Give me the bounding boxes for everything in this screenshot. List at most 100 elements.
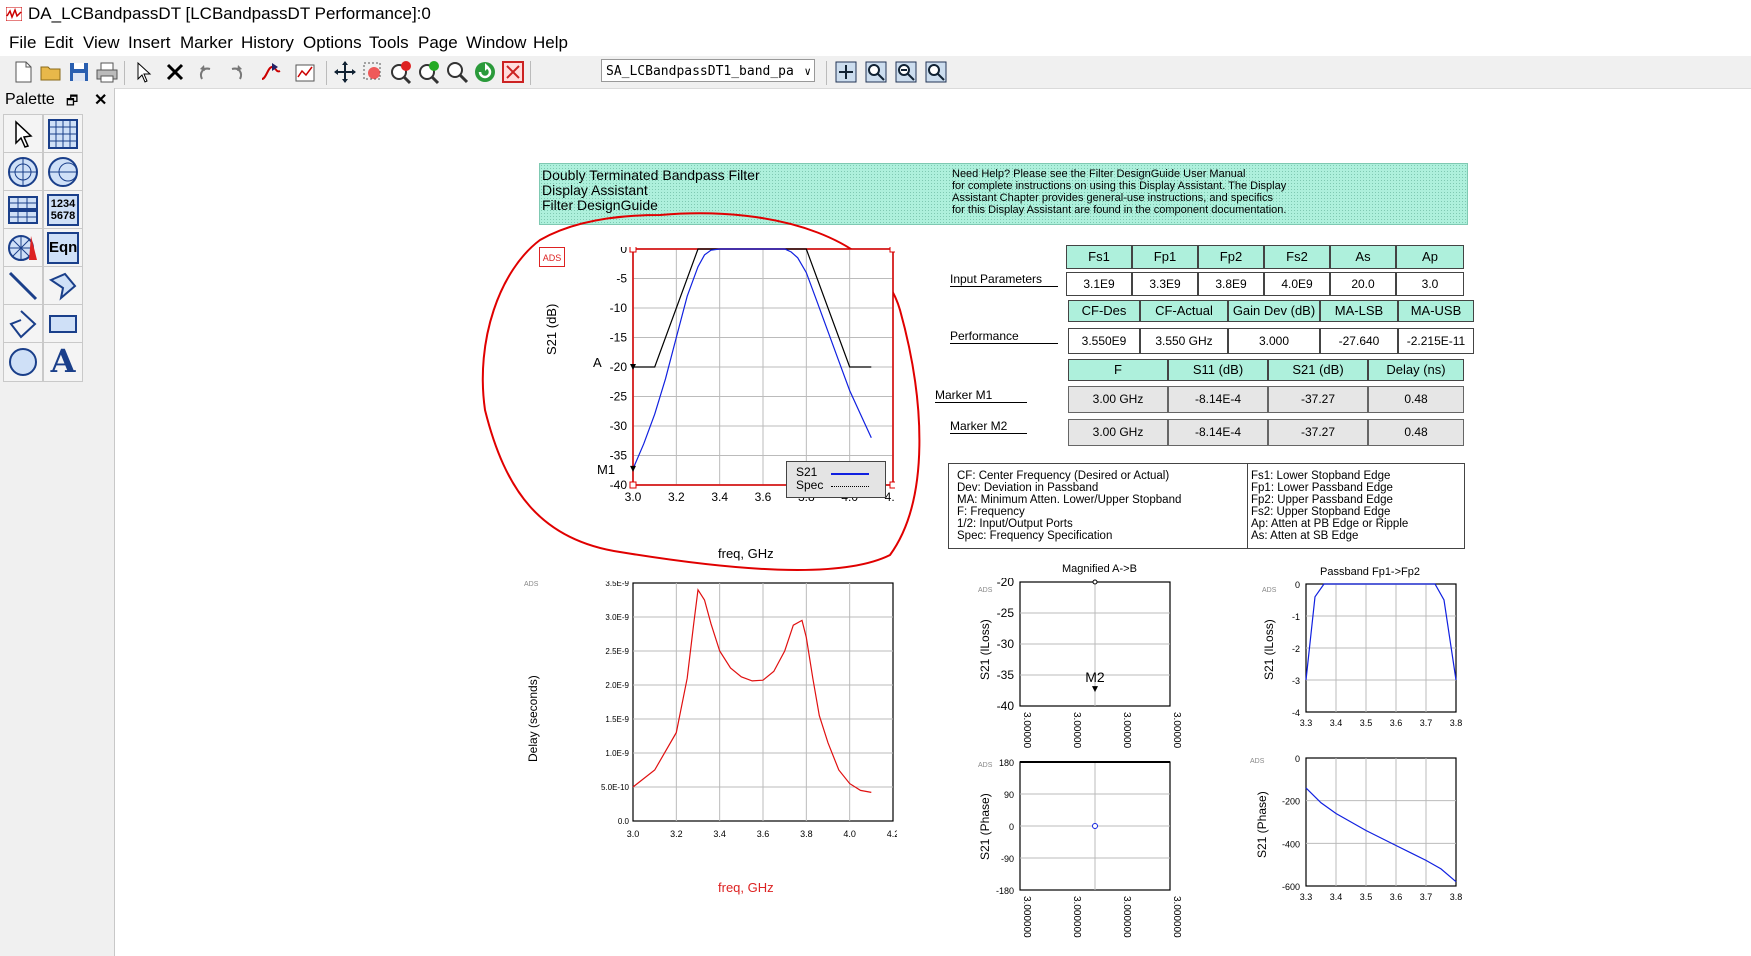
phase-mag-ytick-label: -90: [1001, 854, 1014, 864]
s21-ytick-label: -20: [610, 360, 628, 374]
input-value-cell-2: 3.8E9: [1198, 272, 1264, 296]
menu-marker[interactable]: Marker: [180, 33, 233, 53]
refresh-icon[interactable]: [472, 59, 498, 85]
palette-smith-tool[interactable]: [43, 152, 83, 192]
zoom-icon[interactable]: [444, 59, 470, 85]
phase-pass-xtick-label: 3.6: [1390, 892, 1403, 902]
app-icon: [6, 7, 22, 21]
rectangular-plot-icon: [48, 119, 78, 149]
delete-icon[interactable]: [162, 59, 188, 85]
toolbar-separator: [124, 61, 125, 85]
marker-m1-label: Marker M1: [935, 388, 1027, 403]
m2-value-cell-1: -8.14E-4: [1168, 419, 1268, 446]
zoom-area-icon[interactable]: [360, 59, 386, 85]
select-pointer-icon[interactable]: [130, 59, 156, 85]
passband-chart[interactable]: 0 -1 -2 -3 -43.3 3.4 3.5 3.6 3.7 3.8: [1280, 578, 1480, 738]
delay-ytick-label: 1.5E-9: [605, 715, 629, 724]
menu-options[interactable]: Options: [303, 33, 362, 53]
close-icon[interactable]: ✕: [94, 90, 107, 110]
marker-header-cell-2: S21 (dB): [1268, 359, 1368, 381]
zoom-in-2-icon[interactable]: [388, 59, 414, 85]
passband-xtick-label: 3.4: [1330, 718, 1343, 728]
perf-value-cell-1: 3.550 GHz: [1140, 328, 1228, 354]
redo-icon[interactable]: [222, 59, 248, 85]
rectangle-icon: [49, 315, 77, 333]
menu-view[interactable]: View: [83, 33, 120, 53]
restore-icon[interactable]: 🗗: [66, 92, 78, 114]
palette-polyline-tool[interactable]: [3, 304, 43, 344]
palette-pointer-tool[interactable]: [3, 114, 43, 154]
delay-xtick-label: 3.0: [627, 829, 640, 839]
save-icon[interactable]: [66, 59, 92, 85]
phase-pass-xtick-label: 3.3: [1300, 892, 1313, 902]
input-header-cell-3: Fs2: [1264, 245, 1330, 269]
palette-polar-tool[interactable]: [3, 152, 43, 192]
zoom-out-2-icon[interactable]: [416, 59, 442, 85]
palette-antenna-tool[interactable]: [3, 228, 43, 268]
passband-xtick-label: 3.7: [1420, 718, 1433, 728]
menu-file[interactable]: File: [9, 33, 36, 53]
palette-polygon-tool[interactable]: [43, 266, 83, 306]
s21-ylabel: S21 (dB): [544, 303, 559, 355]
menu-tools[interactable]: Tools: [369, 33, 409, 53]
delay-chart[interactable]: 0.0 5.0E-10 1.0E-9 1.5E-9 2.0E-9 2.5E-9 3.0E-9…: [597, 581, 897, 849]
input-header-cell-0: Fs1: [1066, 245, 1132, 269]
palette-line-tool[interactable]: [3, 266, 43, 306]
plot-options-icon[interactable]: [292, 59, 318, 85]
passband-title: Passband Fp1->Fp2: [1320, 566, 1420, 578]
undo-icon[interactable]: [194, 59, 220, 85]
menu-insert[interactable]: Insert: [128, 33, 171, 53]
s21-xlabel: freq, GHz: [718, 546, 774, 561]
perf-header-cell-0: CF-Des: [1068, 300, 1140, 322]
smith-chart-icon: [48, 157, 78, 187]
palette-stack-tool[interactable]: [3, 190, 43, 230]
move-icon[interactable]: [332, 59, 358, 85]
m1-value-cell-1: -8.14E-4: [1168, 386, 1268, 413]
pointer-icon: [15, 120, 33, 148]
palette-rectangle-tool[interactable]: [43, 304, 83, 344]
perf-value-cell-3: -27.640: [1320, 328, 1398, 354]
input-value-cell-3: 4.0E9: [1264, 272, 1330, 296]
palette-circle-tool[interactable]: [3, 342, 43, 382]
new-file-icon[interactable]: [10, 59, 36, 85]
passband-xtick-label: 3.5: [1360, 718, 1373, 728]
delay-ytick-label: 3.0E-9: [605, 613, 629, 622]
palette-text-tool[interactable]: A: [43, 342, 83, 382]
zoom-out-icon[interactable]: [893, 59, 919, 85]
page-select[interactable]: SA_LCBandpassDT1_band_pa ∨: [601, 59, 815, 82]
menu-history[interactable]: History: [241, 33, 294, 53]
menu-help[interactable]: Help: [533, 33, 568, 53]
polyline-icon: [9, 310, 37, 339]
s21-xtick-label: 3.0: [625, 490, 642, 504]
polar-plot-icon: [8, 157, 38, 187]
marker-header-cell-0: F: [1068, 359, 1168, 381]
phase-mag-ytick-label: 0: [1009, 822, 1014, 832]
zoom-fit-icon[interactable]: [923, 59, 949, 85]
stop-icon[interactable]: [500, 59, 526, 85]
delay-ytick-label: 2.0E-9: [605, 681, 629, 690]
passband-xtick-label: 3.8: [1450, 718, 1463, 728]
phase-magnified-chart[interactable]: 180 90 0 -90 -180 3.000000 3.000000 3.000000 3.0…: [990, 752, 1190, 952]
magnified-ylabel: S21 (lLoss): [978, 619, 992, 680]
antenna-plot-icon: [8, 235, 37, 261]
open-folder-icon[interactable]: [38, 59, 64, 85]
menu-edit[interactable]: Edit: [44, 33, 73, 53]
print-icon[interactable]: [94, 59, 120, 85]
magnified-chart[interactable]: -20 -25 -30 -35 -40 3.000000 3.000000 3.000000 3…: [990, 578, 1190, 748]
delay-xlabel: freq, GHz: [718, 880, 774, 895]
legend-spec-label: Spec: [796, 478, 824, 492]
menu-window[interactable]: Window: [466, 33, 526, 53]
palette-eqn-tool[interactable]: Eqn: [43, 228, 83, 268]
menu-page[interactable]: Page: [418, 33, 458, 53]
definitions-divider: [1247, 464, 1248, 548]
trace-icon[interactable]: [258, 59, 284, 85]
passband-ytick-label: -3: [1292, 676, 1300, 686]
toolbar-separator: [326, 61, 327, 85]
palette-rect-plot-tool[interactable]: [43, 114, 83, 154]
legend-spec-swatch: [831, 486, 869, 487]
view-all-icon[interactable]: [833, 59, 859, 85]
palette-list-tool[interactable]: 1234 5678: [43, 190, 83, 230]
zoom-in-icon[interactable]: [863, 59, 889, 85]
delay-ylabel: Delay (seconds): [526, 675, 540, 762]
phase-passband-chart[interactable]: 0 -200 -400 -6003.3 3.4 3.5 3.6 3.7 3.8: [1250, 748, 1480, 908]
